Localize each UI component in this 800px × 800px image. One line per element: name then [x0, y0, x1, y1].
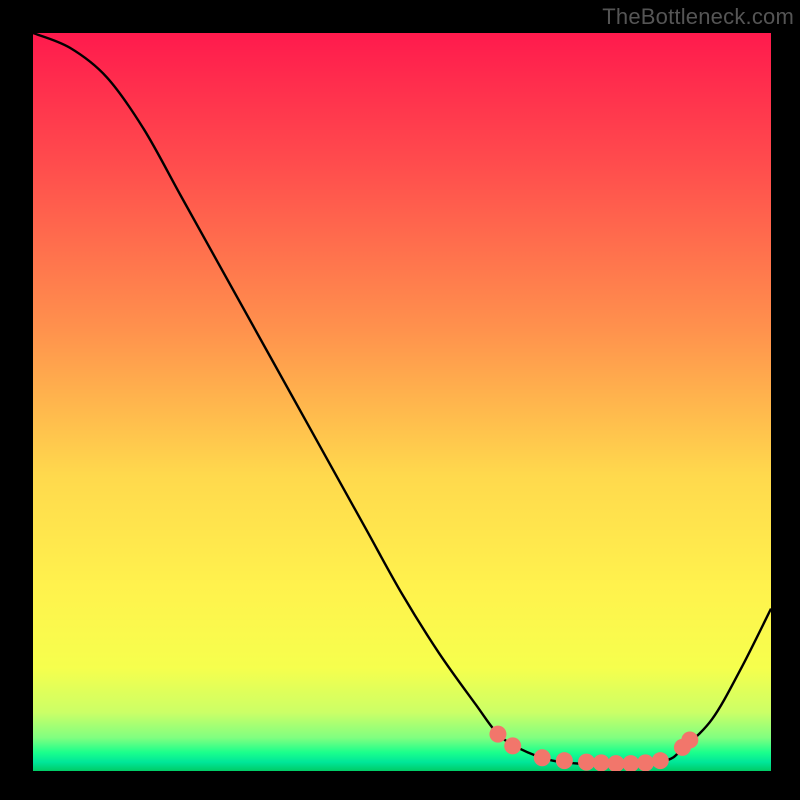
- chart-container: TheBottleneck.com: [0, 0, 800, 800]
- plot-area: [33, 33, 771, 771]
- curve-marker: [534, 749, 551, 766]
- watermark-text: TheBottleneck.com: [602, 4, 794, 30]
- curve-marker: [578, 754, 595, 771]
- curve-marker: [681, 732, 698, 749]
- chart-svg: [33, 33, 771, 771]
- curve-marker: [556, 752, 573, 769]
- curve-marker: [652, 752, 669, 769]
- curve-marker: [593, 754, 610, 771]
- curve-marker: [504, 737, 521, 754]
- gradient-background: [33, 33, 771, 771]
- curve-marker: [489, 726, 506, 743]
- curve-marker: [637, 754, 654, 771]
